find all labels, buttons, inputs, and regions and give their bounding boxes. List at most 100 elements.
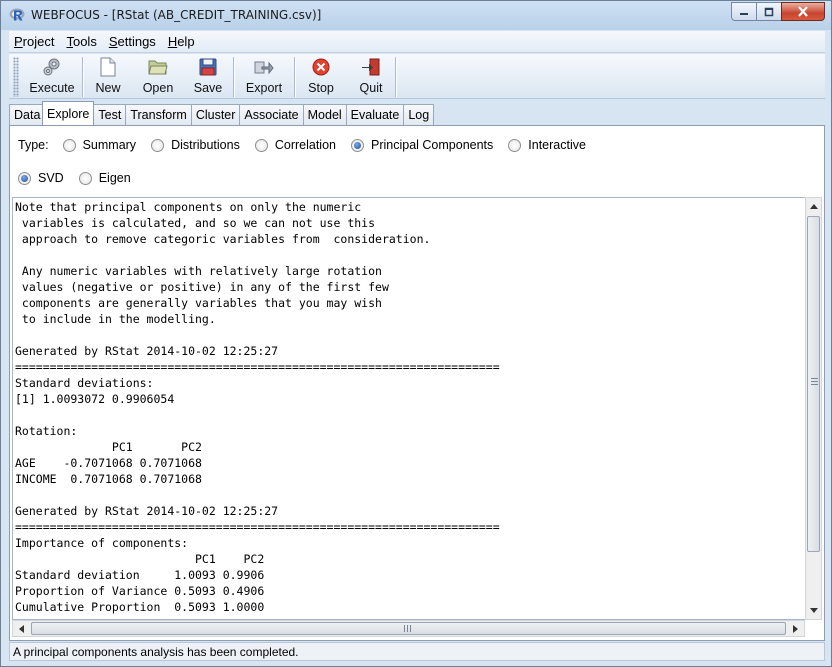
radio-interactive[interactable]: Interactive [508, 138, 586, 152]
app-window: WEBFOCUS - [RStat (AB_CREDIT_TRAINING.cs… [0, 0, 832, 667]
tab-evaluate-label: Evaluate [350, 108, 400, 122]
menu-help[interactable]: Help [163, 34, 200, 49]
horizontal-scroll-thumb[interactable] [31, 622, 786, 635]
tab-log[interactable]: Log [403, 104, 435, 125]
export-button[interactable]: Export [234, 54, 294, 98]
menu-help-label: elp [177, 34, 195, 49]
tab-transform[interactable]: Transform [125, 104, 192, 125]
status-bar: A principal components analysis has been… [9, 642, 825, 661]
tab-data[interactable]: Data [9, 104, 43, 125]
execute-label: Execute [29, 81, 75, 95]
menu-project[interactable]: Project [9, 34, 59, 49]
tab-log-label: Log [408, 108, 430, 122]
menu-tools-label: ools [72, 34, 97, 49]
scroll-right-button[interactable] [787, 621, 804, 636]
title-bar[interactable]: WEBFOCUS - [RStat (AB_CREDIT_TRAINING.cs… [1, 1, 831, 30]
horizontal-scrollbar[interactable] [12, 620, 805, 637]
stop-label: Stop [308, 81, 334, 95]
save-label: Save [193, 81, 223, 95]
minimize-icon [740, 12, 748, 15]
tab-test-label: Test [98, 108, 122, 122]
radio-principal-components[interactable]: Principal Components [350, 138, 493, 152]
scroll-up-button[interactable] [806, 198, 821, 215]
open-folder-icon [148, 60, 168, 75]
close-icon [798, 6, 808, 17]
radio-correlation-label: Correlation [274, 138, 336, 152]
quit-button[interactable]: Quit [347, 54, 395, 98]
open-label: Open [142, 81, 174, 95]
radio-correlation-button[interactable] [254, 138, 268, 152]
menu-help-accel: H [167, 34, 178, 49]
radio-eigen-button[interactable] [78, 171, 92, 185]
tab-model[interactable]: Model [302, 104, 347, 125]
quit-label: Quit [359, 81, 383, 95]
radio-interactive-button[interactable] [508, 138, 522, 152]
chevron-right-icon [793, 624, 798, 633]
maximize-button[interactable] [756, 2, 782, 21]
new-button[interactable]: New [83, 54, 133, 98]
method-radio-group: SVD Eigen [18, 171, 146, 185]
radio-svd[interactable]: SVD [18, 171, 64, 185]
exit-door-icon [362, 58, 380, 76]
menu-settings-label: ettings [117, 34, 156, 49]
export-icon [254, 61, 274, 75]
scroll-left-button[interactable] [13, 621, 30, 636]
tab-bar: Data Explore Test Transform Cluster Asso… [9, 101, 825, 125]
grip-icon [404, 625, 413, 632]
execute-button[interactable]: Execute [22, 54, 82, 98]
tab-explore[interactable]: Explore [42, 101, 95, 125]
output-textview[interactable]: Note that principal components on only t… [12, 197, 805, 620]
menu-settings[interactable]: Settings [104, 34, 161, 49]
radio-eigen[interactable]: Eigen [78, 171, 131, 185]
tab-data-label: Data [14, 108, 41, 122]
tab-evaluate[interactable]: Evaluate [345, 104, 405, 125]
window-controls [731, 2, 825, 21]
chevron-left-icon [19, 624, 24, 633]
scroll-down-button[interactable] [806, 602, 821, 619]
toolbar-separator [395, 57, 396, 97]
radio-summary[interactable]: Summary [62, 138, 137, 152]
status-text: A principal components analysis has been… [13, 644, 299, 659]
radio-distributions[interactable]: Distributions [151, 138, 240, 152]
radio-summary-button[interactable] [62, 138, 76, 152]
radio-correlation[interactable]: Correlation [254, 138, 336, 152]
stop-icon [312, 58, 330, 76]
save-button[interactable]: Save [183, 54, 233, 98]
minimize-button[interactable] [731, 2, 757, 21]
toolbar: Execute New Open Save Export Stop Quit [9, 54, 825, 99]
chevron-down-icon [809, 608, 818, 613]
maximize-icon [764, 7, 774, 16]
menu-bar: Project Tools Settings Help [9, 31, 825, 53]
radio-principal-components-button[interactable] [350, 138, 364, 152]
tab-model-label: Model [307, 108, 342, 122]
tab-test[interactable]: Test [93, 104, 127, 125]
vertical-scrollbar[interactable] [805, 197, 822, 620]
gears-icon [43, 58, 60, 76]
radio-distributions-label: Distributions [171, 138, 240, 152]
output-text: Note that principal components on only t… [15, 200, 500, 614]
close-button[interactable] [781, 2, 825, 21]
tab-transform-label: Transform [130, 108, 187, 122]
menu-project-accel: P [14, 34, 23, 49]
vertical-scroll-thumb[interactable] [807, 216, 820, 552]
r-logo-icon [9, 8, 25, 21]
stop-button[interactable]: Stop [295, 54, 347, 98]
explore-panel: Type: Summary Distributions Correlation … [9, 125, 825, 641]
radio-summary-label: Summary [82, 138, 137, 152]
radio-svd-button[interactable] [18, 171, 31, 185]
new-label: New [95, 81, 121, 95]
menu-project-label: roject [22, 34, 55, 49]
toolbar-grip[interactable] [13, 57, 19, 97]
tab-explore-label: Explore [47, 106, 90, 121]
new-file-icon [100, 57, 116, 77]
open-button[interactable]: Open [133, 54, 183, 98]
radio-interactive-label: Interactive [528, 138, 586, 152]
tab-cluster[interactable]: Cluster [190, 104, 241, 125]
type-radio-group: Type: Summary Distributions Correlation … [18, 138, 601, 152]
export-label: Export [245, 81, 283, 95]
menu-tools[interactable]: Tools [61, 34, 101, 49]
tab-associate-label: Associate [244, 108, 299, 122]
window-title: WEBFOCUS - [RStat (AB_CREDIT_TRAINING.cs… [31, 8, 322, 22]
tab-associate[interactable]: Associate [239, 104, 304, 125]
radio-distributions-button[interactable] [151, 138, 165, 152]
